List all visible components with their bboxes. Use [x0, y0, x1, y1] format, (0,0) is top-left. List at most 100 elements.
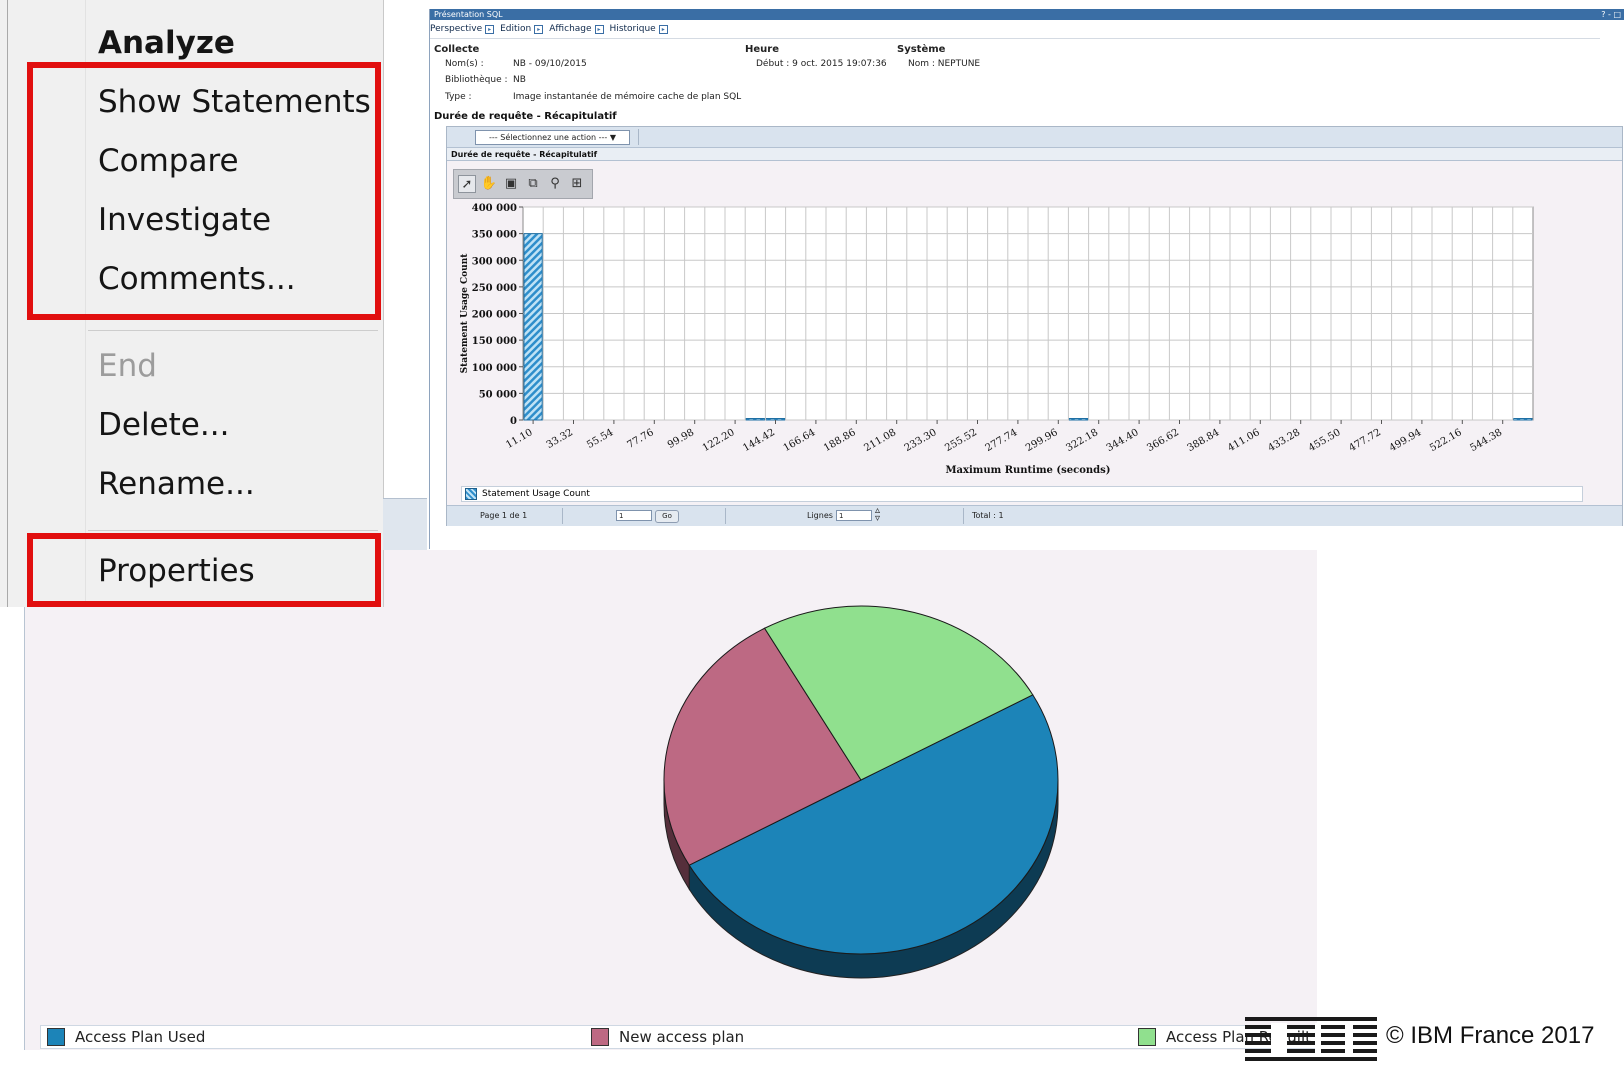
- go-button[interactable]: Go: [655, 510, 679, 523]
- chart-frame: --- Sélectionnez une action --- ▼ Durée …: [446, 126, 1623, 526]
- sql-presentation-window: Présentation SQL ? - □ Perspective ▸ Edit…: [429, 9, 1624, 549]
- menu-edition[interactable]: Edition ▸: [500, 22, 544, 36]
- menu-separator: [88, 530, 378, 531]
- menu-affichage[interactable]: Affichage ▸: [549, 22, 604, 36]
- menu-item-analyze[interactable]: Analyze: [98, 25, 235, 61]
- x-tick-label: 277.74: [984, 427, 1020, 454]
- x-tick-label: 55.54: [585, 427, 615, 451]
- systeme-nom-value: Nom : NEPTUNE: [908, 59, 981, 69]
- lignes-label: Lignes: [807, 511, 833, 520]
- menu-item-delete[interactable]: Delete...: [98, 407, 229, 443]
- bar: [765, 418, 786, 421]
- window-controls[interactable]: ? - □: [1601, 9, 1621, 20]
- x-tick-label: 322.18: [1064, 427, 1100, 454]
- bar: [1068, 418, 1089, 421]
- x-tick-label: 211.08: [862, 427, 898, 454]
- lignes-input[interactable]: 1: [836, 510, 872, 521]
- background-panel: [383, 498, 427, 550]
- menu-separator: [88, 330, 378, 331]
- highlight-box-properties: [27, 533, 381, 607]
- zoom-out-icon[interactable]: ⚲: [546, 175, 564, 193]
- legend-label: New access plan: [619, 1028, 745, 1046]
- x-tick-label: 366.62: [1145, 427, 1181, 454]
- chart-panel-title: Durée de requête - Récapitulatif: [447, 148, 1622, 161]
- divider: [430, 38, 1600, 39]
- pie-chart: [663, 605, 1059, 979]
- section-title: Durée de requête - Récapitulatif: [434, 111, 617, 122]
- pager: Page 1 de 1 1 Go Lignes 1 ▵ ▿ Total : 1: [447, 505, 1622, 526]
- legend-swatch: [465, 488, 477, 500]
- x-tick-label: 11.10: [504, 427, 534, 451]
- x-tick-label: 233.30: [903, 427, 939, 454]
- context-menu: Analyze Show Statements Compare Investig…: [0, 0, 384, 607]
- dropdown-arrow-icon: ▸: [485, 24, 495, 34]
- legend-swatch: [591, 1028, 609, 1046]
- x-tick-label: 344.40: [1105, 427, 1141, 454]
- x-tick-label: 166.64: [782, 427, 818, 454]
- x-tick-label: 122.20: [701, 427, 737, 454]
- x-tick-label: 299.96: [1024, 427, 1060, 454]
- x-tick-label: 99.98: [666, 427, 696, 451]
- x-tick-label: 388.84: [1186, 427, 1222, 454]
- x-tick-label: 544.38: [1468, 427, 1504, 454]
- menu-item-rename[interactable]: Rename...: [98, 466, 255, 502]
- page-indicator: Page 1 de 1: [480, 511, 528, 520]
- x-tick-label: 144.42: [741, 427, 777, 454]
- nom-value: NB - 09/10/2015: [513, 59, 587, 69]
- page-input[interactable]: 1: [616, 510, 652, 521]
- spinner-icon[interactable]: ▵ ▿: [875, 506, 880, 524]
- y-axis-title: Statement Usage Count: [460, 253, 470, 374]
- pointer-icon[interactable]: ➚: [458, 175, 476, 193]
- x-axis-title: Maximum Runtime (seconds): [945, 465, 1110, 476]
- fit-icon[interactable]: ⊞: [568, 175, 586, 193]
- tooltip-icon[interactable]: ▣: [502, 175, 520, 193]
- bar-chart: 0 50 000 100 000 150 000 200 000 250 000 300 0…: [460, 203, 1534, 476]
- window-title: Présentation SQL: [434, 10, 503, 19]
- dropdown-arrow-icon: ▸: [658, 24, 668, 34]
- x-tick-label: 255.52: [943, 427, 979, 454]
- x-tick-label: 188.86: [822, 427, 858, 454]
- bar: [745, 418, 765, 421]
- x-tick-label: 411.06: [1226, 427, 1262, 454]
- y-tick-label: 250 000: [472, 283, 517, 294]
- copyright-text: © IBM France 2017: [1386, 1022, 1595, 1049]
- menu-perspective[interactable]: Perspective ▸: [430, 22, 495, 36]
- x-tick-label: 477.72: [1347, 427, 1383, 454]
- nom-label: Nom(s) :: [445, 59, 484, 69]
- y-tick-label: 100 000: [472, 363, 517, 374]
- pie-legend-item: Access Plan Used: [47, 1027, 205, 1047]
- systeme-heading: Système: [897, 44, 946, 55]
- ibm-logo: [1245, 1017, 1377, 1061]
- x-tick-label: 33.32: [545, 427, 575, 451]
- menu-label: Perspective: [430, 24, 483, 34]
- legend-label: Statement Usage Count: [482, 489, 590, 499]
- menu-historique[interactable]: Historique ▸: [610, 22, 668, 36]
- pie-legend-item: New access plan: [591, 1027, 744, 1047]
- type-label: Type :: [445, 92, 472, 102]
- divider: [638, 129, 639, 145]
- zoom-box-icon[interactable]: ⧉: [524, 175, 542, 193]
- bar: [1513, 418, 1533, 421]
- legend-swatch: [1138, 1028, 1156, 1046]
- collecte-heading: Collecte: [434, 44, 480, 55]
- debut-value: Début : 9 oct. 2015 19:07:36: [756, 59, 887, 69]
- bibliotheque-label: Bibliothèque :: [445, 75, 508, 85]
- legend-label: Access Plan Used: [75, 1028, 206, 1046]
- pie-chart-panel: [24, 550, 1317, 1050]
- type-value: Image instantanée de mémoire cache de pl…: [513, 92, 742, 102]
- action-select[interactable]: --- Sélectionnez une action --- ▼: [475, 130, 630, 145]
- y-tick-label: 400 000: [472, 203, 517, 214]
- x-tick-label: 522.16: [1428, 427, 1464, 454]
- divider: [963, 508, 964, 524]
- hand-icon[interactable]: ✋: [480, 175, 498, 193]
- legend-swatch: [47, 1028, 65, 1046]
- x-tick-label: 77.76: [625, 427, 655, 451]
- menu-edge: [7, 0, 8, 607]
- x-tick-label: 433.28: [1266, 427, 1302, 454]
- divider: [562, 508, 563, 524]
- bar: [523, 233, 543, 421]
- chart-toolbar: ➚ ✋ ▣ ⧉ ⚲ ⊞: [453, 169, 593, 199]
- heure-heading: Heure: [745, 44, 779, 55]
- y-tick-label: 350 000: [472, 230, 517, 241]
- menu-label: Historique: [609, 24, 656, 34]
